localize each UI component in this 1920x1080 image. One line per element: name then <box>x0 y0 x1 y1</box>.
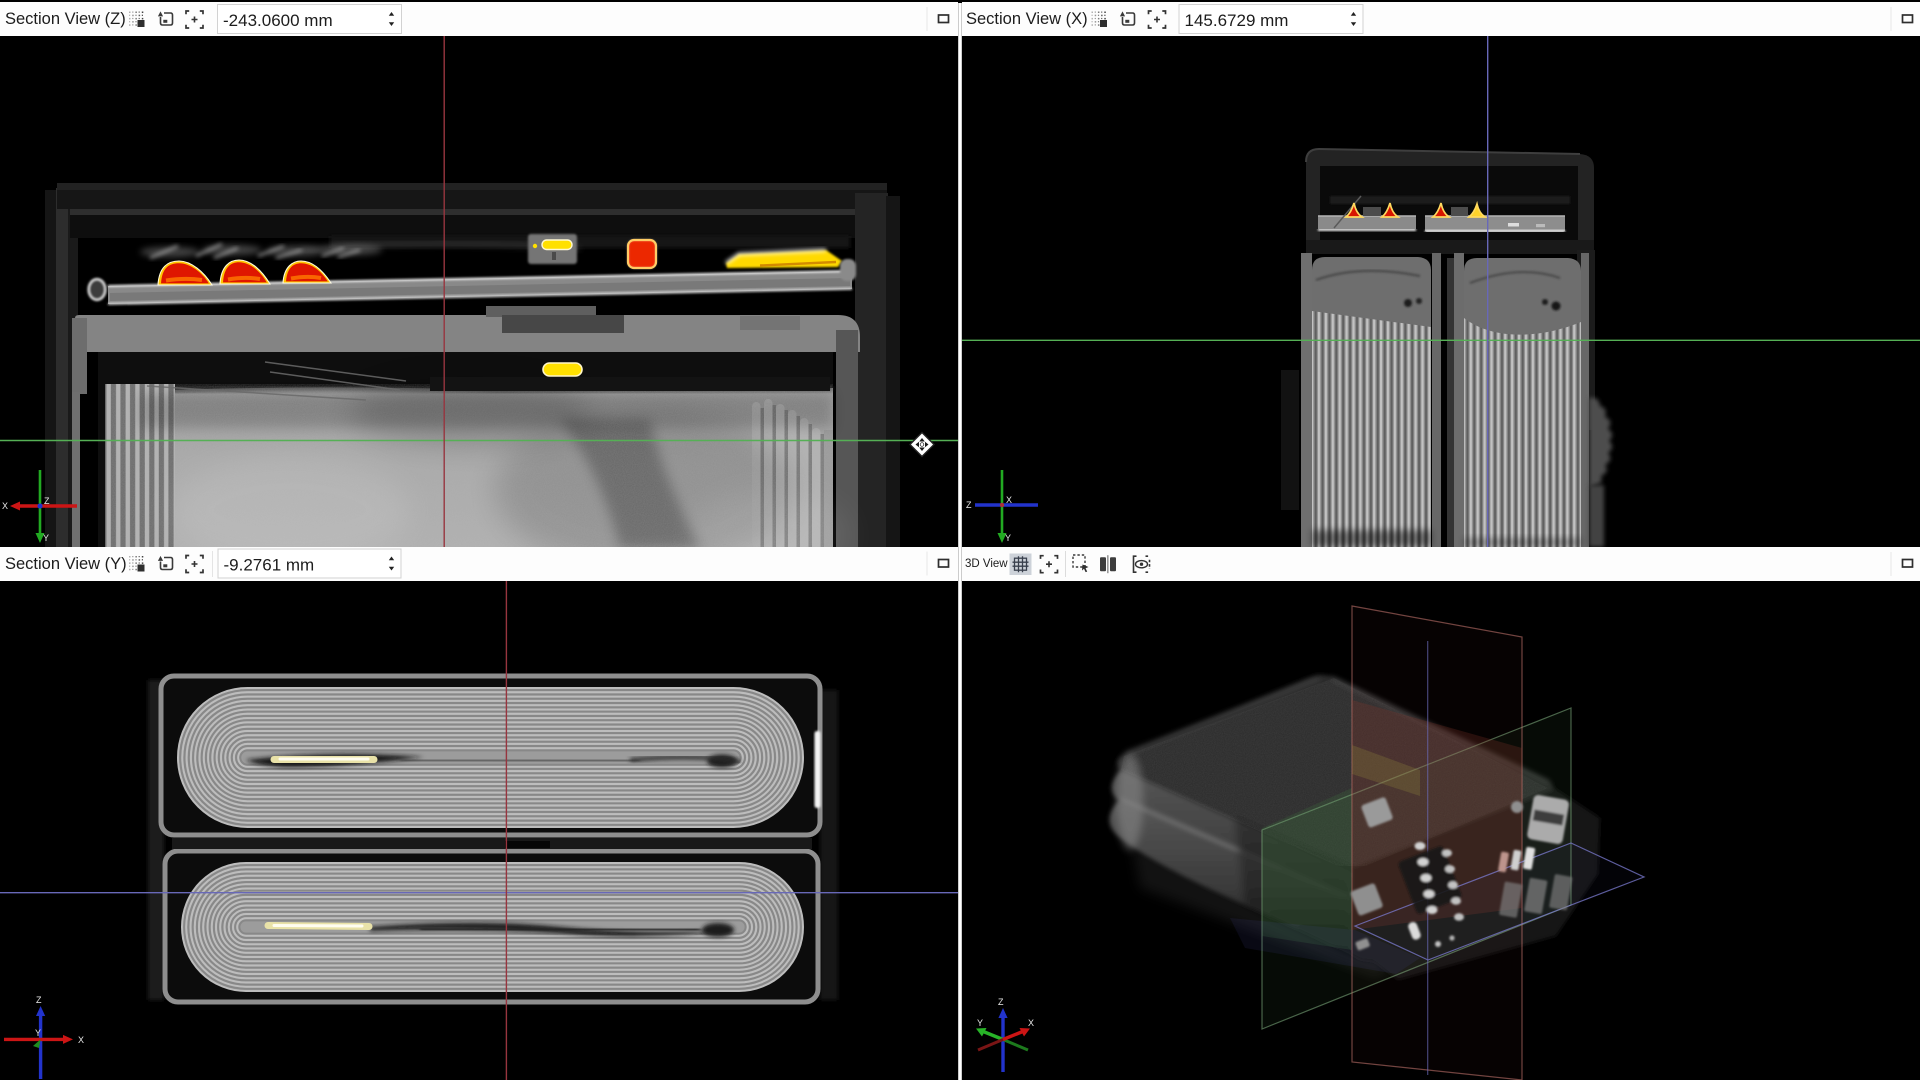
svg-text:-243.0600 mm: -243.0600 mm <box>223 11 333 30</box>
svg-text:Y: Y <box>43 533 49 543</box>
svg-text:Y: Y <box>1005 533 1011 543</box>
svg-text:Y: Y <box>35 1028 41 1038</box>
svg-text:Z: Z <box>998 997 1004 1007</box>
svg-text:145.6729 mm: 145.6729 mm <box>1185 11 1289 30</box>
svg-text:X: X <box>78 1035 84 1045</box>
svg-text:X: X <box>1028 1018 1034 1028</box>
svg-text:Z: Z <box>44 496 50 506</box>
svg-text:-9.2761 mm: -9.2761 mm <box>224 556 315 575</box>
svg-text:X: X <box>1006 495 1012 505</box>
svg-text:Z: Z <box>966 500 972 510</box>
svg-text:Z: Z <box>36 995 42 1005</box>
svg-text:Y: Y <box>977 1018 983 1028</box>
svg-text:X: X <box>2 501 8 511</box>
